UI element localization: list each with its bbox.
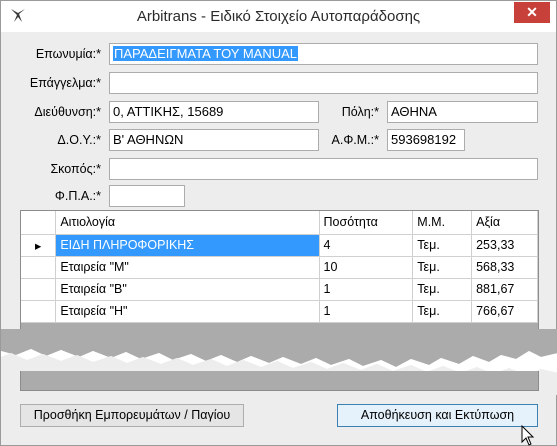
grid-bottom-edge [20, 371, 539, 391]
afm-field[interactable]: 593698192 [387, 129, 465, 151]
cell-axia[interactable]: 881,67 [471, 278, 538, 301]
current-row-marker-icon: ▸ [21, 234, 57, 257]
save-print-button[interactable]: Αποθήκευση και Εκτύπωση [337, 404, 538, 427]
column-header-aitiologia[interactable]: Αιτιολογία [55, 211, 320, 235]
cell-posotita[interactable]: 4 [319, 234, 414, 257]
epaggelma-field[interactable] [109, 72, 538, 94]
mouse-pointer-icon [521, 425, 535, 446]
cell-mm[interactable]: Τεμ. [412, 234, 473, 257]
fpa-field[interactable] [109, 185, 185, 207]
cell-aitiologia[interactable]: ΕΙΔΗ ΠΛΗΡΟΦΟΡΙΚΗΣ [55, 234, 320, 257]
table-row[interactable]: Εταιρεία "Β" 1 Τεμ. 881,67 [21, 278, 538, 301]
cell-axia[interactable]: 253,33 [471, 234, 538, 257]
dieythynsi-field[interactable]: 0, ΑΤΤΙΚΗΣ, 15689 [109, 101, 319, 123]
table-row[interactable]: Εταιρεία "Μ" 10 Τεμ. 568,33 [21, 256, 538, 279]
cell-posotita[interactable]: 1 [319, 278, 414, 301]
cell-posotita[interactable]: 10 [319, 256, 414, 279]
cell-aitiologia[interactable]: Εταιρεία "Η" [55, 300, 320, 323]
cell-posotita[interactable]: 1 [319, 300, 414, 323]
table-row[interactable]: ▸ ΕΙΔΗ ΠΛΗΡΟΦΟΡΙΚΗΣ 4 Τεμ. 253,33 [21, 234, 538, 257]
cell-axia[interactable]: 568,33 [471, 256, 538, 279]
column-header-axia[interactable]: Αξία [471, 211, 538, 235]
poli-label: Πόλη:* [341, 105, 379, 119]
eponymia-label: Επωνυμία:* [35, 47, 101, 61]
window-title: Arbitrans - Ειδικό Στοιχείο Αυτοπαράδοση… [136, 8, 421, 25]
row-header [21, 256, 57, 279]
items-grid[interactable]: Αιτιολογία Ποσότητα Μ.Μ. Αξία ▸ ΕΙΔΗ ΠΛΗ… [20, 210, 539, 330]
dieythynsi-label: Διεύθυνση:* [34, 105, 101, 119]
row-header [21, 278, 57, 301]
column-header-posotita[interactable]: Ποσότητα [319, 211, 414, 235]
row-header-corner [21, 211, 57, 235]
items-table: Αιτιολογία Ποσότητα Μ.Μ. Αξία ▸ ΕΙΔΗ ΠΛΗ… [21, 211, 538, 323]
eponymia-field[interactable]: ΠΑΡΑΔΕΙΓΜΑΤΑ ΤΟΥ MANUAL [109, 43, 538, 65]
row-header [21, 300, 57, 323]
fpa-label: Φ.Π.Α.:* [54, 189, 101, 203]
skopos-label: Σκοπός:* [50, 162, 101, 176]
cell-mm[interactable]: Τεμ. [412, 300, 473, 323]
cell-mm[interactable]: Τεμ. [412, 278, 473, 301]
poli-field[interactable]: ΑΘΗΝΑ [387, 101, 538, 123]
close-button[interactable]: ✕ [514, 2, 550, 23]
epaggelma-label: Επάγγελμα:* [29, 76, 101, 90]
cell-aitiologia[interactable]: Εταιρεία "Μ" [55, 256, 320, 279]
cell-aitiologia[interactable]: Εταιρεία "Β" [55, 278, 320, 301]
doy-field[interactable]: Β' ΑΘΗΝΩΝ [109, 129, 319, 151]
doy-label: Δ.Ο.Υ.:* [57, 133, 101, 147]
eponymia-value: ΠΑΡΑΔΕΙΓΜΑΤΑ ΤΟΥ MANUAL [113, 46, 299, 61]
table-row[interactable]: Εταιρεία "Η" 1 Τεμ. 766,67 [21, 300, 538, 323]
skopos-field[interactable] [109, 158, 538, 180]
add-goods-button[interactable]: Προσθήκη Εμπορευμάτων / Παγίου [20, 404, 244, 427]
afm-label: Α.Φ.Μ.:* [331, 133, 379, 147]
title-bar: Arbitrans - Ειδικό Στοιχείο Αυτοπαράδοση… [1, 1, 556, 32]
cell-axia[interactable]: 766,67 [471, 300, 538, 323]
grid-header-row: Αιτιολογία Ποσότητα Μ.Μ. Αξία [21, 211, 538, 235]
column-header-mm[interactable]: Μ.Μ. [412, 211, 473, 235]
cell-mm[interactable]: Τεμ. [412, 256, 473, 279]
dialog-window: Arbitrans - Ειδικό Στοιχείο Αυτοπαράδοση… [0, 0, 557, 446]
